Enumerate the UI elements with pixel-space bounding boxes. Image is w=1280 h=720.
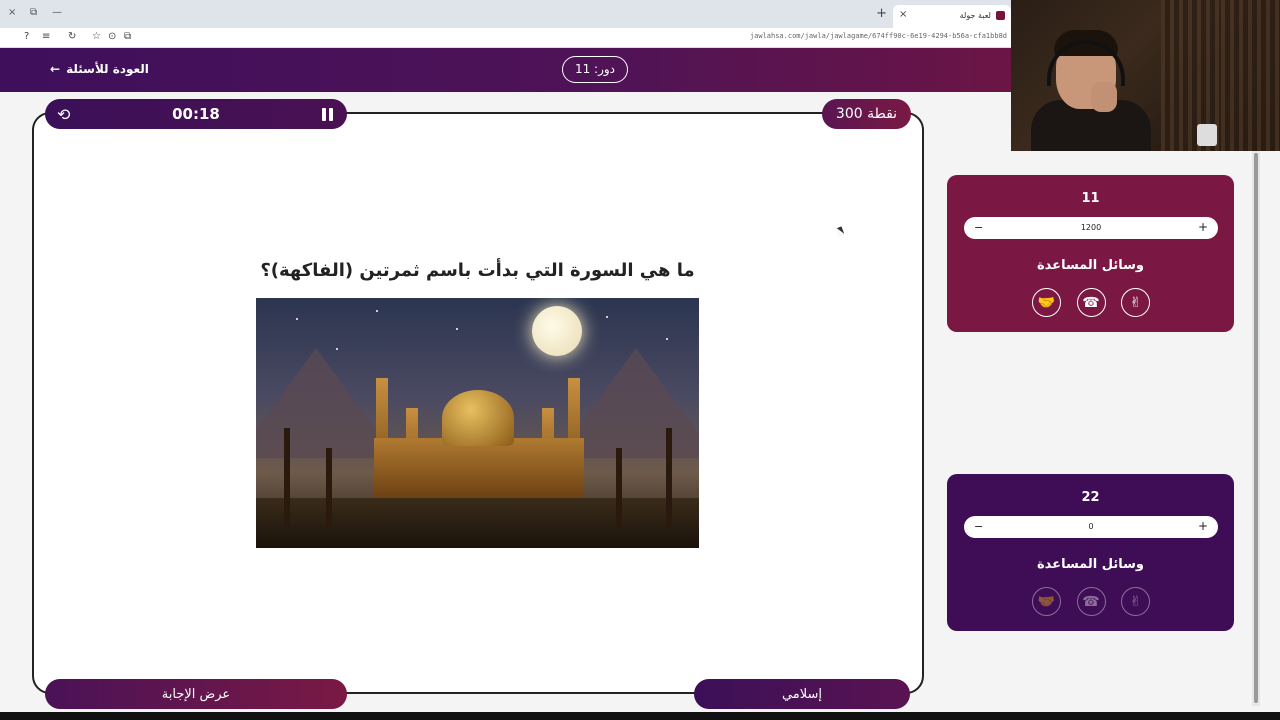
category-badge: إسلامي <box>694 679 910 709</box>
back-link-label: العودة للأسئلة <box>66 62 149 76</box>
increase-score-button[interactable]: + <box>1198 519 1208 533</box>
round-indicator: دور: 11 <box>562 56 628 83</box>
webcam-overlay <box>1011 0 1280 151</box>
team-panel-1: 11 − 1200 + وسائل المساعدة 🤝 ☎ ✌ <box>947 175 1234 332</box>
help-icon[interactable]: ? <box>24 31 29 42</box>
screen: × ⧉ — + × لعبة جولة ? ≡ ↻ ☆ ⊙ ⧉ jawlahsa… <box>0 0 1280 720</box>
team-panel-2: 22 − 0 + وسائل المساعدة 🤝 ☎ ✌ <box>947 474 1234 631</box>
url-field[interactable]: jawlahsa.com/jawla/jawlagame/674ff90c-6e… <box>750 32 1007 40</box>
team-name: 11 <box>1081 191 1100 206</box>
app-header: ← العودة للأسئلة دور: 11 <box>0 48 1011 92</box>
handshake-icon[interactable]: 🤝 <box>1032 288 1061 317</box>
helpers-title: وسائل المساعدة <box>1037 258 1144 273</box>
window-restore-icon[interactable]: ⧉ <box>30 7 37 18</box>
score-stepper: − 0 + <box>964 516 1218 538</box>
window-minimize-icon[interactable]: — <box>52 7 62 18</box>
increase-score-button[interactable]: + <box>1198 220 1208 234</box>
window-icon[interactable]: ⧉ <box>124 31 131 42</box>
question-image <box>256 298 699 548</box>
bookmark-icon[interactable]: ☆ <box>92 31 101 42</box>
show-answer-button[interactable]: عرض الإجابة <box>45 679 347 709</box>
tab-close-icon[interactable]: × <box>899 9 907 20</box>
phone-icon[interactable]: ☎ <box>1076 587 1106 616</box>
score-value[interactable]: 0 <box>964 522 1218 531</box>
handshake-icon[interactable]: 🤝 <box>1032 587 1061 616</box>
victory-hand-icon[interactable]: ✌ <box>1121 288 1150 317</box>
helpers-title: وسائل المساعدة <box>1037 557 1144 572</box>
tab-title: لعبة جولة <box>959 11 991 20</box>
back-to-questions-link[interactable]: ← العودة للأسئلة <box>50 62 149 76</box>
score-stepper: − 1200 + <box>964 217 1218 239</box>
reset-timer-icon[interactable]: ⟲ <box>57 105 70 124</box>
helpers-row: 🤝 ☎ ✌ <box>1032 288 1150 317</box>
score-value[interactable]: 1200 <box>964 223 1218 232</box>
page-scrollbar[interactable] <box>1252 151 1260 706</box>
timer-bar: ⟲ 00:18 <box>45 99 347 129</box>
helpers-row: 🤝 ☎ ✌ <box>1032 587 1150 616</box>
reload-icon[interactable]: ↻ <box>68 31 76 42</box>
phone-icon[interactable]: ☎ <box>1076 288 1106 317</box>
browser-tab[interactable]: × لعبة جولة <box>893 5 1011 28</box>
address-bar: ? ≡ ↻ ☆ ⊙ ⧉ jawlahsa.com/jawla/jawlagame… <box>0 28 1011 48</box>
browser-tab-bar: × ⧉ — + × لعبة جولة <box>0 0 1011 28</box>
timer-display: 00:18 <box>172 105 220 123</box>
team-name: 22 <box>1081 490 1100 505</box>
view-icon[interactable]: ⊙ <box>108 31 116 42</box>
question-text: ما هي السورة التي بدأت باسم ثمرتين (الفا… <box>260 260 695 281</box>
window-close-icon[interactable]: × <box>8 7 16 18</box>
tab-favicon-icon <box>996 11 1005 20</box>
menu-icon[interactable]: ≡ <box>42 31 50 42</box>
victory-hand-icon[interactable]: ✌ <box>1121 587 1150 616</box>
arrow-left-icon: ← <box>50 62 61 76</box>
pause-icon[interactable] <box>322 108 333 121</box>
new-tab-button[interactable]: + <box>876 6 887 21</box>
bottom-edge <box>0 712 1280 720</box>
points-badge: 300 نقطة <box>822 99 911 129</box>
